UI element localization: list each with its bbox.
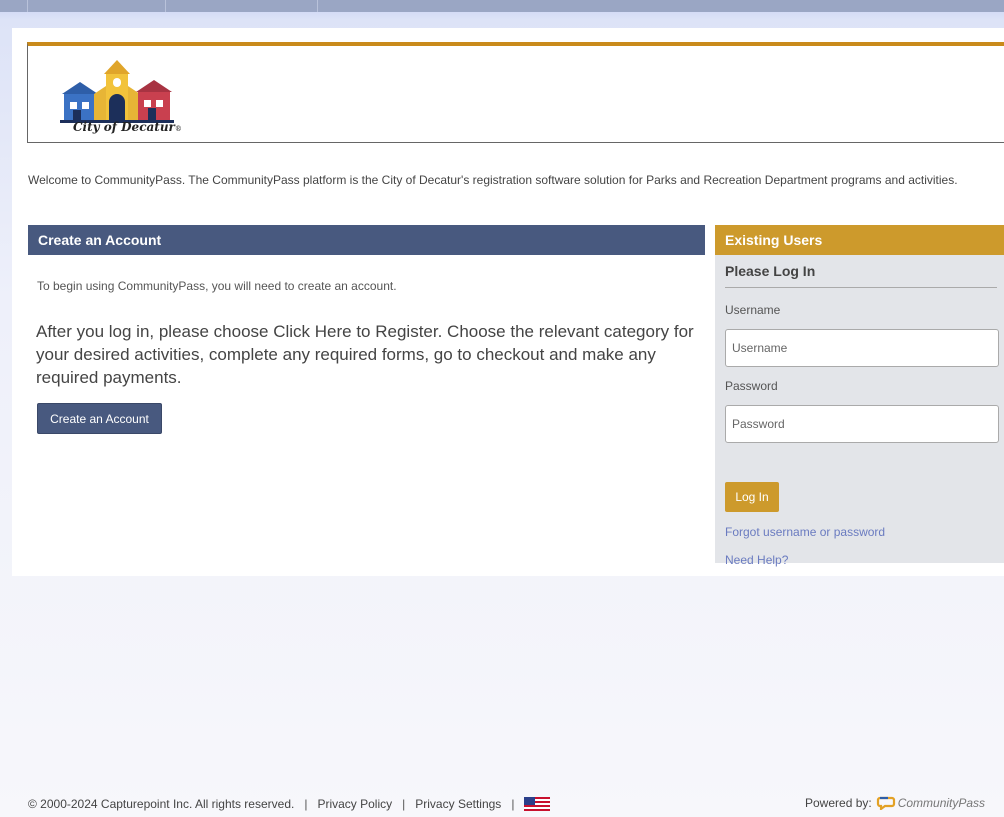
create-account-heading: Create an Account	[28, 225, 705, 255]
main-card: City of Decatur® Welcome to CommunityPas…	[12, 28, 1004, 576]
username-label: Username	[725, 303, 781, 317]
login-panel: Existing Users Please Log In Username Pa…	[715, 225, 1004, 567]
communitypass-icon	[876, 796, 895, 810]
username-input[interactable]	[725, 329, 999, 367]
registration-instructions: After you log in, please choose Click He…	[36, 322, 694, 387]
header-banner: City of Decatur®	[27, 42, 1004, 143]
footer-separator: |	[511, 797, 515, 811]
password-input[interactable]	[725, 405, 999, 443]
footer-separator: |	[402, 797, 406, 811]
password-label: Password	[725, 379, 778, 393]
privacy-settings-link[interactable]: Privacy Settings	[415, 797, 501, 811]
log-in-button[interactable]: Log In	[725, 482, 779, 512]
please-log-in-heading: Please Log In	[725, 263, 816, 279]
us-flag-icon[interactable]	[524, 797, 551, 811]
communitypass-logo: CommunityPass	[876, 796, 985, 810]
create-account-intro: To begin using CommunityPass, you will n…	[37, 279, 397, 293]
login-divider	[725, 287, 997, 288]
forgot-credentials-link[interactable]: Forgot username or password	[725, 525, 885, 539]
top-strip-segment	[166, 0, 318, 12]
logo-caption-text: City of Decatur	[73, 120, 175, 134]
privacy-policy-link[interactable]: Privacy Policy	[317, 797, 392, 811]
footer-separator: |	[304, 797, 308, 811]
need-help-link[interactable]: Need Help?	[725, 553, 788, 567]
browser-top-strip	[0, 0, 1004, 12]
footer: © 2000-2024 Capturepoint Inc. All rights…	[28, 797, 551, 811]
top-strip-segment	[0, 0, 28, 12]
top-strip-segment	[28, 0, 166, 12]
logo-caption: City of Decatur®	[73, 120, 182, 134]
powered-by-label: Powered by:	[805, 796, 872, 810]
create-account-button[interactable]: Create an Account	[37, 403, 162, 434]
communitypass-wordmark: CommunityPass	[897, 796, 986, 810]
welcome-text: Welcome to CommunityPass. The CommunityP…	[28, 173, 958, 187]
copyright-text: © 2000-2024 Capturepoint Inc. All rights…	[28, 797, 295, 811]
existing-users-heading: Existing Users	[715, 225, 1004, 255]
logo-registered-mark: ®	[174, 125, 182, 133]
powered-by: Powered by: CommunityPass	[805, 796, 985, 810]
